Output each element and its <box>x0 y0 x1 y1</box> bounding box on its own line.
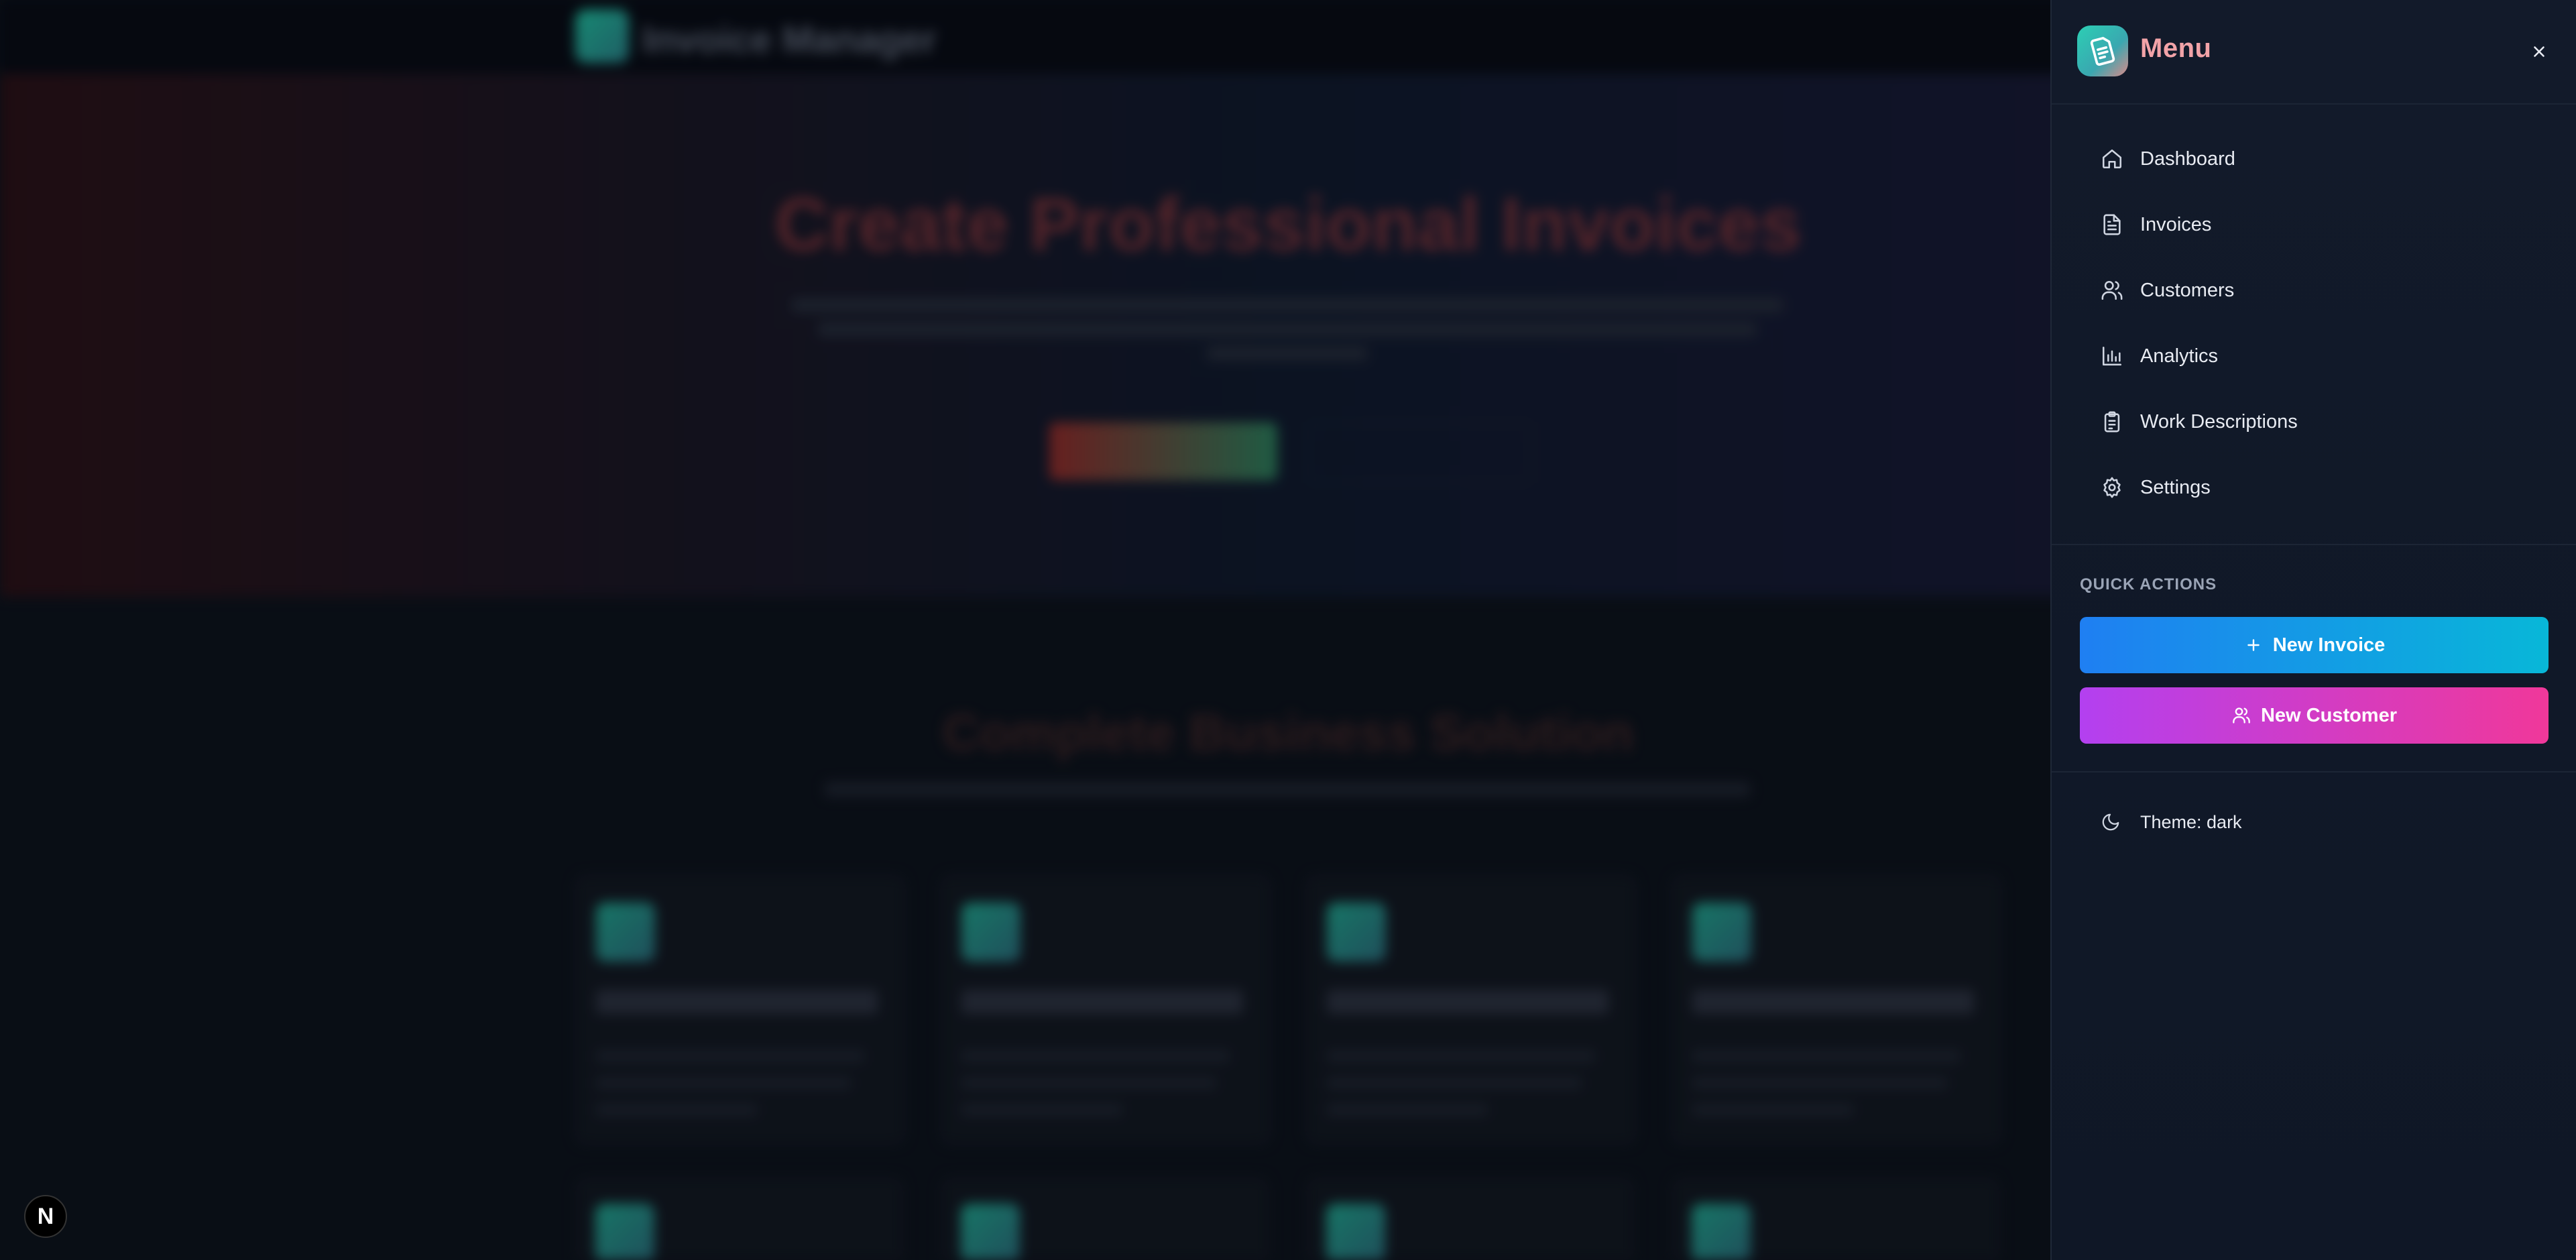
moon-icon <box>2099 810 2123 834</box>
drawer-backdrop[interactable] <box>0 0 2050 1260</box>
nav-label: Settings <box>2140 476 2211 498</box>
drawer-nav: Dashboard Invoices Customers Analytics W… <box>2052 126 2576 520</box>
drawer-header: Menu <box>2052 0 2576 105</box>
drawer-title: Menu <box>2140 34 2212 63</box>
new-invoice-button[interactable]: New Invoice <box>2080 617 2549 673</box>
close-icon[interactable] <box>2521 34 2557 70</box>
nav-item-analytics[interactable]: Analytics <box>2052 323 2576 389</box>
new-customer-label: New Customer <box>2260 704 2398 726</box>
nav-label: Dashboard <box>2140 148 2235 170</box>
gear-icon <box>2099 474 2125 501</box>
divider <box>2052 771 2576 772</box>
new-customer-button[interactable]: New Customer <box>2080 687 2549 744</box>
users-icon <box>2231 705 2251 726</box>
nav-label: Work Descriptions <box>2140 410 2298 433</box>
users-icon <box>2099 277 2125 304</box>
side-drawer: Menu Dashboard Invoices Customers Analyt… <box>2050 0 2576 1260</box>
quick-actions-heading: QUICK ACTIONS <box>2080 575 2217 593</box>
nextjs-dev-badge[interactable]: N <box>24 1195 67 1238</box>
theme-toggle[interactable]: Theme: dark <box>2099 802 2242 842</box>
nav-item-dashboard[interactable]: Dashboard <box>2052 126 2576 192</box>
home-icon <box>2099 146 2125 172</box>
nav-item-settings[interactable]: Settings <box>2052 455 2576 520</box>
nav-item-work-descriptions[interactable]: Work Descriptions <box>2052 389 2576 455</box>
clipboard-icon <box>2099 408 2125 435</box>
nav-label: Customers <box>2140 279 2235 301</box>
plus-icon <box>2243 635 2264 655</box>
file-text-icon <box>2099 211 2125 238</box>
nav-item-invoices[interactable]: Invoices <box>2052 192 2576 257</box>
app-logo-icon <box>2077 25 2128 76</box>
nav-label: Analytics <box>2140 345 2219 367</box>
nav-item-customers[interactable]: Customers <box>2052 257 2576 323</box>
new-invoice-label: New Invoice <box>2272 634 2386 656</box>
theme-label: Theme: dark <box>2140 811 2242 832</box>
nav-label: Invoices <box>2140 213 2212 235</box>
divider <box>2052 544 2576 545</box>
bar-chart-icon <box>2099 343 2125 369</box>
